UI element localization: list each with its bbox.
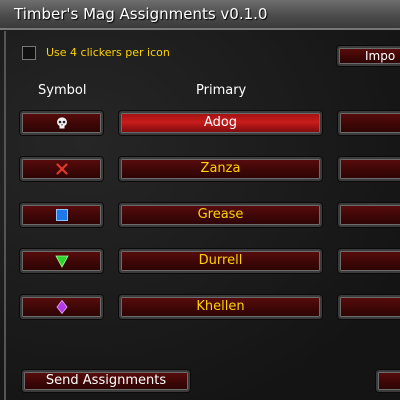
symbol-button-cross[interactable] xyxy=(20,157,103,181)
send-assignments-label: Send Assignments xyxy=(45,373,167,388)
import-button[interactable]: Impo xyxy=(337,46,400,66)
cross-icon xyxy=(55,163,68,175)
primary-name-4: Durrell xyxy=(198,253,243,268)
skull-icon xyxy=(56,117,67,129)
primary-button-3[interactable]: Grease xyxy=(119,203,322,227)
use-four-clickers-label: Use 4 clickers per icon xyxy=(46,46,170,59)
secondary-button-1[interactable] xyxy=(338,111,400,135)
secondary-button-2[interactable] xyxy=(338,157,400,181)
primary-name-3: Grease xyxy=(197,207,244,222)
use-four-clickers-checkbox[interactable] xyxy=(22,46,36,60)
triangle-icon xyxy=(54,255,69,268)
window-title: Timber's Mag Assignments v0.1.0 xyxy=(14,5,268,23)
secondary-button-3[interactable] xyxy=(338,203,400,227)
primary-button-1[interactable]: Adog xyxy=(119,111,322,135)
secondary-button-5[interactable] xyxy=(338,295,400,319)
primary-button-2[interactable]: Zanza xyxy=(119,157,322,181)
bottom-right-button[interactable] xyxy=(376,370,400,392)
diamond-icon xyxy=(55,300,68,314)
primary-button-4[interactable]: Durrell xyxy=(119,249,322,273)
symbol-button-skull[interactable] xyxy=(20,111,103,135)
secondary-button-4[interactable] xyxy=(338,249,400,273)
addon-window: Timber's Mag Assignments v0.1.0 Use 4 cl… xyxy=(0,0,400,400)
column-header-symbol: Symbol xyxy=(38,83,87,98)
square-icon xyxy=(55,209,68,221)
title-bar[interactable]: Timber's Mag Assignments v0.1.0 xyxy=(0,0,400,30)
symbol-button-square[interactable] xyxy=(20,203,103,227)
column-header-primary: Primary xyxy=(196,83,247,98)
primary-button-5[interactable]: Khellen xyxy=(119,295,322,319)
primary-name-5: Khellen xyxy=(196,299,245,314)
primary-name-2: Zanza xyxy=(200,161,241,176)
import-button-label: Impo xyxy=(365,49,396,63)
send-assignments-button[interactable]: Send Assignments xyxy=(22,370,190,392)
primary-name-1: Adog xyxy=(203,115,238,130)
symbol-button-triangle[interactable] xyxy=(20,249,103,273)
symbol-button-diamond[interactable] xyxy=(20,295,103,319)
